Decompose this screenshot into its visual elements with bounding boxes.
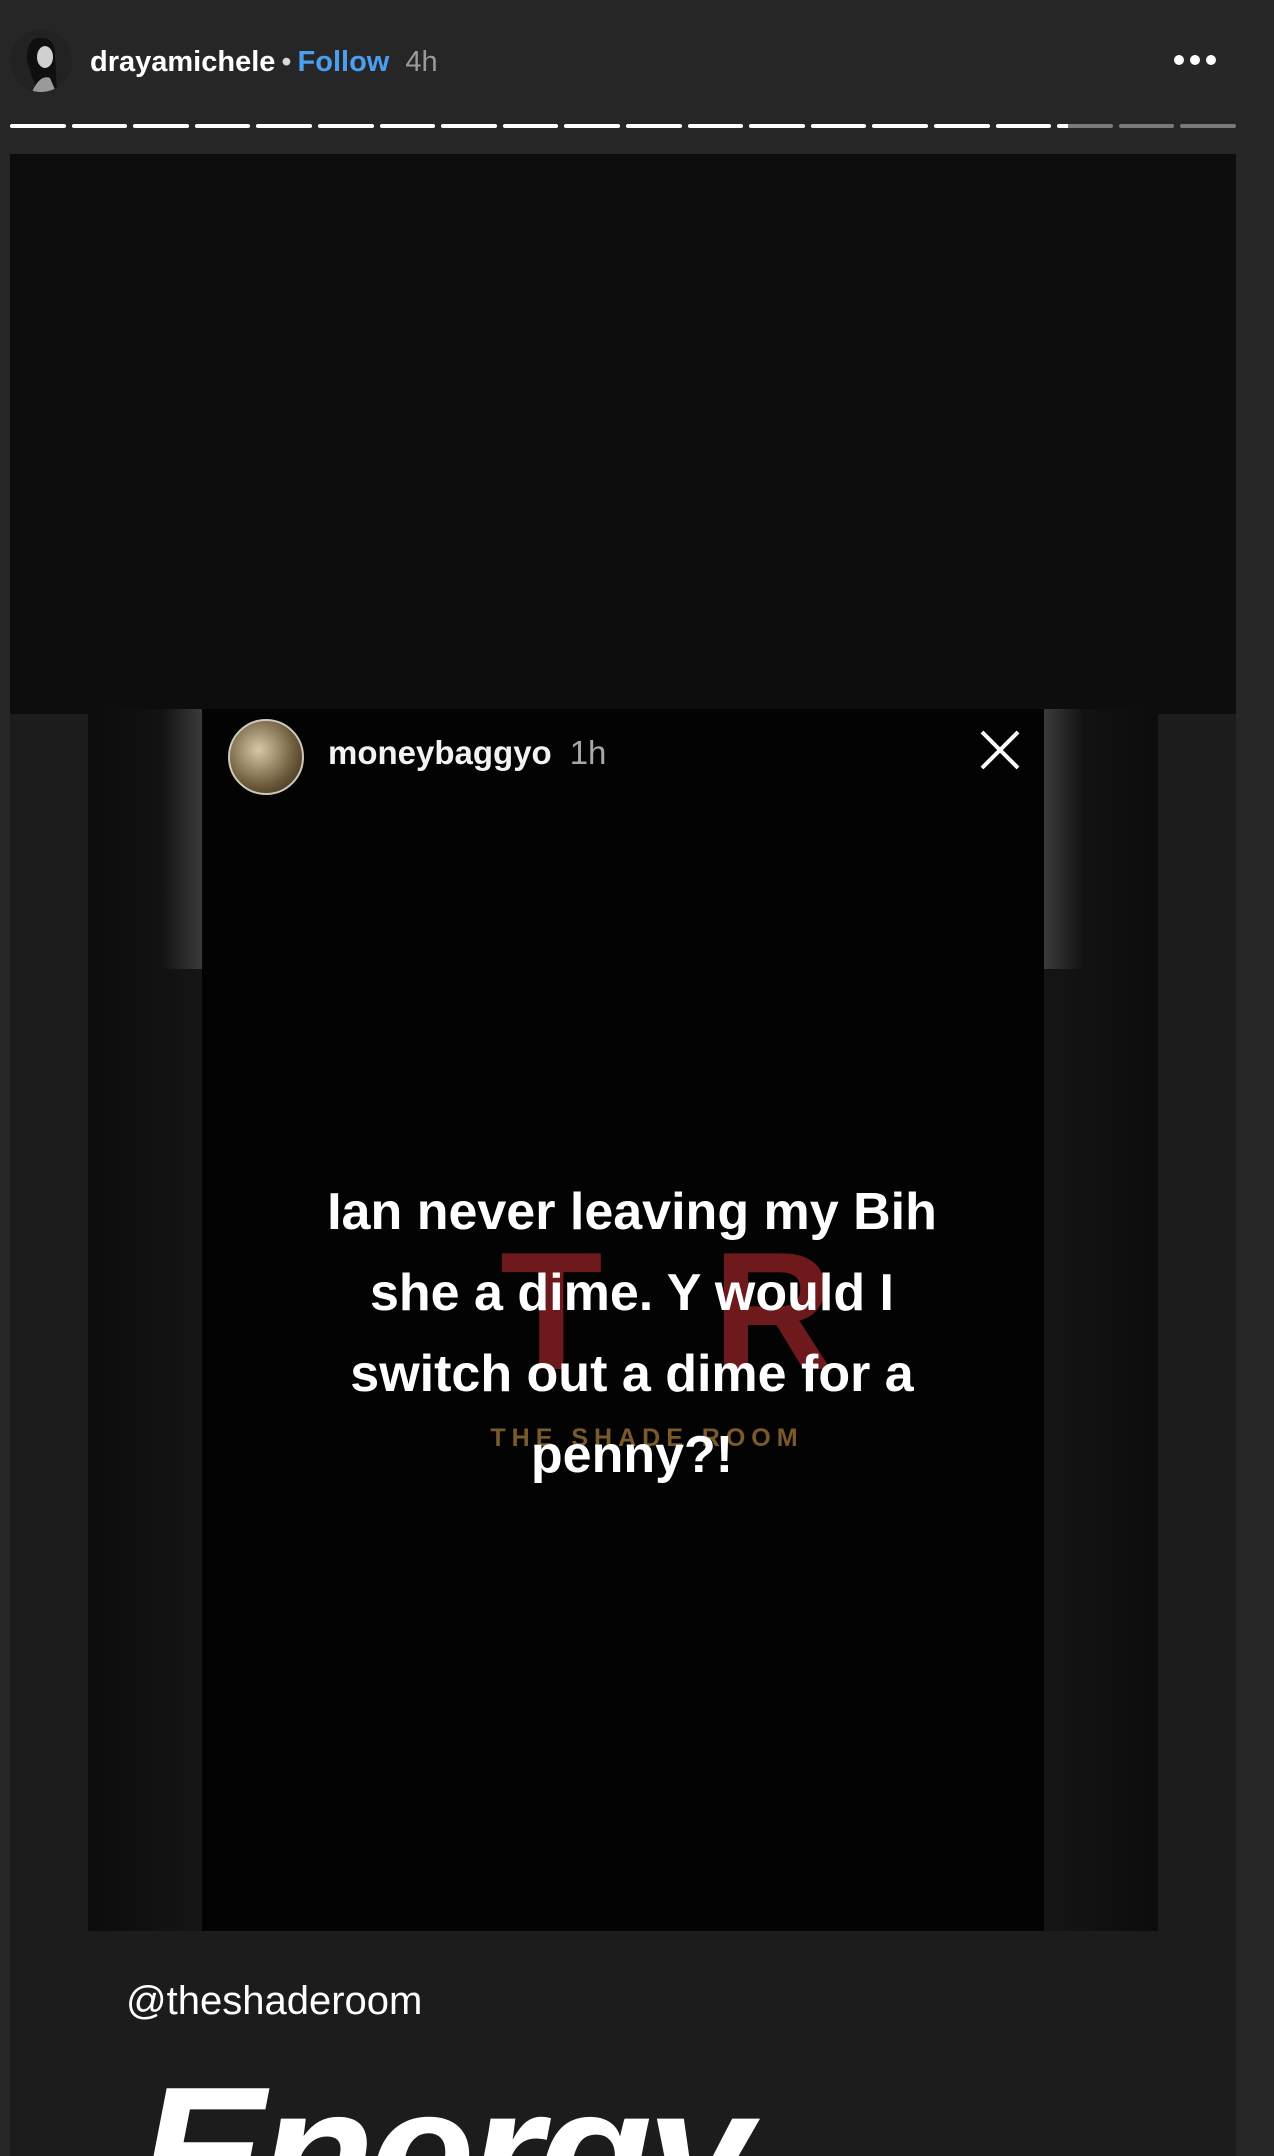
separator-dot: • xyxy=(281,46,292,78)
repost-side-shade-right xyxy=(1044,709,1158,1931)
more-horizontal-icon[interactable] xyxy=(1172,48,1218,72)
progress-segment xyxy=(564,124,620,128)
quote-line: she a dime. Y would I xyxy=(369,1264,894,1322)
repost-avatar xyxy=(228,719,304,795)
post-age: 4h xyxy=(405,46,438,78)
progress-segment xyxy=(194,124,251,128)
energy-sticker: Energy. xyxy=(138,2048,792,2156)
progress-segment xyxy=(502,124,559,128)
progress-segment xyxy=(1057,124,1113,128)
progress-segment xyxy=(687,124,744,128)
repost-side-shade-left xyxy=(88,709,202,1931)
progress-segment xyxy=(933,124,990,128)
progress-segment xyxy=(1180,124,1236,128)
quote-line: Ian never leaving my Bih xyxy=(327,1183,937,1241)
progress-segment xyxy=(133,124,189,128)
mention-link[interactable]: @theshaderoom xyxy=(126,1979,422,2024)
story-canvas[interactable]: moneybaggyo 1h TR THE SHADE ROOM Ian neve… xyxy=(10,154,1236,2156)
progress-segment xyxy=(256,124,312,128)
follow-button[interactable]: Follow xyxy=(298,46,390,78)
progress-segment xyxy=(872,124,928,128)
progress-segment xyxy=(995,124,1052,128)
repost-header: moneybaggyo 1h xyxy=(328,734,606,772)
progress-segment xyxy=(810,124,867,128)
quote-line: switch out a dime for a xyxy=(350,1345,914,1403)
progress-segment xyxy=(625,124,682,128)
username[interactable]: drayamichele xyxy=(90,46,275,78)
progress-segment xyxy=(441,124,497,128)
story-background xyxy=(10,154,1236,714)
story-progress-bar xyxy=(10,124,1236,128)
quote-text: Ian never leaving my Bih she a dime. Y w… xyxy=(210,1172,1054,1496)
progress-segment xyxy=(317,124,374,128)
close-icon xyxy=(978,728,1022,772)
story-header: drayamichele • Follow 4h xyxy=(0,0,1274,120)
progress-segment xyxy=(1118,124,1175,128)
progress-segment xyxy=(379,124,436,128)
header-meta: drayamichele • Follow 4h xyxy=(90,44,438,80)
quote-line: penny?! xyxy=(530,1426,734,1484)
repost-age: 1h xyxy=(569,734,607,771)
avatar[interactable] xyxy=(10,30,72,92)
repost-username: moneybaggyo xyxy=(328,734,552,771)
progress-segment xyxy=(10,124,66,128)
progress-segment xyxy=(71,124,128,128)
progress-segment xyxy=(749,124,805,128)
